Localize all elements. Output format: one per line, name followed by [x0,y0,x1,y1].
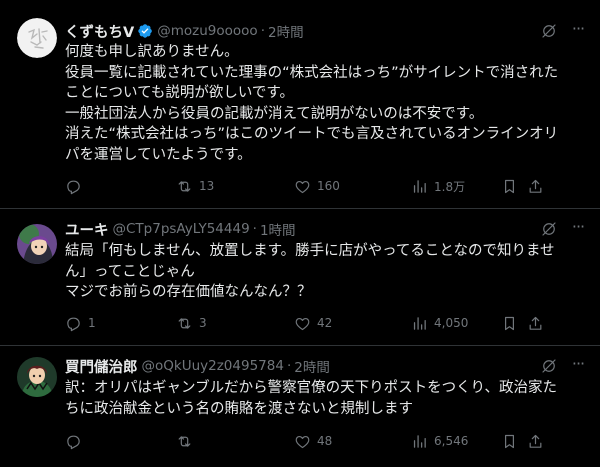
share-button[interactable] [527,431,544,451]
timestamp[interactable]: 2時間 [294,356,330,376]
bookmark-icon [505,434,514,448]
share-icon [529,434,542,448]
share-icon [529,179,542,193]
views-button[interactable]: 4,050 [411,313,468,333]
more-options-icon[interactable]: ··· [568,218,588,236]
retweet-button[interactable]: 3 [176,313,207,333]
retweet-icon [178,435,191,447]
tweet-header: 買門儲治郎 @oQkUuy2z0495784 · 2時間 [65,355,560,377]
views-button[interactable]: 1.8万 [411,176,465,196]
tweet-header: ユーキ @CTp7psAyLY54449 · 1時間 [65,218,560,240]
reply-icon [67,180,80,194]
timestamp[interactable]: 2時間 [268,21,304,41]
tweet-text-line: ことについても説明が欲しいです。 [65,85,294,101]
timestamp[interactable]: 1時間 [260,219,296,239]
tweet-text-line: 何度も申し訳ありません。 [65,44,239,60]
grok-icon[interactable] [540,22,558,40]
user-handle[interactable]: @oQkUuy2z0495784 [142,358,284,374]
tweet-text: 何度も申し訳ありません。 役員一覧に記載されていた理事の“株式会社はっち”がサイ… [65,42,587,165]
retweet-count: 13 [199,179,215,193]
verified-badge-icon [137,23,153,39]
tweet-actions: 13 160 1.8万 [65,176,600,196]
user-handle[interactable]: @mozu9ooooo [157,23,257,39]
separator-dot: · [260,23,265,39]
views-chart-icon [413,434,426,448]
like-count: 48 [317,434,333,448]
tweet-text-line: マジでお前らの存在価値なんなん？？ [65,284,312,300]
tweet-actions: 48 6,546 [65,431,600,451]
tweet-header: くずもちV @mozu9ooooo · 2時間 [65,20,560,42]
display-name[interactable]: ユーキ [65,219,109,240]
view-count: 6,546 [434,434,469,448]
retweet-count: 3 [199,316,207,330]
tweet-text-line: 訳：オリパはギャンブルだから警察官僚の天下りポストをつくり、政治家た [65,380,557,396]
views-chart-icon [413,316,426,330]
doodle-avatar-icon [17,18,57,58]
more-options-icon[interactable]: ··· [568,20,588,38]
reply-button[interactable]: 1 [65,313,96,333]
avatar[interactable] [17,357,57,397]
tweet-text-line: 一般社団法人から役員の記載が消えて説明がないのは不安です。 [65,105,484,122]
tweet-text: 結局「何もしません、放置します。勝手に店がやってることなので知りませ ん」ってこ… [65,241,587,303]
anime-avatar-icon [17,224,57,264]
tweet-text-line: 消えた“株式会社はっち”はこのツイートでも言及されているオンラインオリ [65,126,559,142]
reply-button[interactable] [65,431,88,451]
share-icon [529,316,542,330]
reply-count: 1 [88,316,96,330]
grok-icon[interactable] [540,357,558,375]
tweet-text-line: 結局「何もしません、放置します。勝手に店がやってることなので知りませ [65,243,555,259]
view-count: 4,050 [434,316,469,330]
tweet-actions: 1 3 42 4,050 [65,313,600,333]
heart-icon [295,317,310,330]
separator-dot: · [286,358,292,374]
views-button[interactable]: 6,546 [411,431,468,451]
tweet-text-line: パを運営していたようです。 [65,146,252,163]
separator-dot: · [252,221,257,237]
tweet-text-line: ちに政治献金という名の賄賂を渡さないと規制します [65,400,413,417]
like-button[interactable]: 42 [294,313,332,333]
retweet-button[interactable] [176,431,199,451]
heart-icon [295,180,310,193]
timeline-feed: くずもちV @mozu9ooooo · 2時間 ··· 何度も申し訳ありません。… [0,0,600,467]
share-button[interactable] [527,176,544,196]
view-count: 1.8万 [434,179,466,194]
avatar[interactable] [17,224,57,264]
anime-avatar-icon [17,357,57,397]
tweet[interactable]: くずもちV @mozu9ooooo · 2時間 ··· 何度も申し訳ありません。… [0,0,600,208]
grok-icon[interactable] [540,220,558,238]
retweet-icon [178,317,191,329]
tweet[interactable]: ユーキ @CTp7psAyLY54449 · 1時間 ··· 結局「何もしません… [0,208,600,345]
bookmark-icon [505,316,514,330]
user-handle[interactable]: @CTp7psAyLY54449 [113,221,250,237]
share-button[interactable] [527,313,544,333]
bookmark-button[interactable] [501,313,518,333]
tweet-text: 訳：オリパはギャンブルだから警察官僚の天下りポストをつくり、政治家た ちに政治献… [65,378,587,419]
like-count: 42 [317,316,333,330]
avatar[interactable] [17,18,57,58]
retweet-button[interactable]: 13 [176,176,214,196]
retweet-icon [178,180,191,192]
more-options-icon[interactable]: ··· [568,355,588,373]
tweet-text-line: 役員一覧に記載されていた理事の“株式会社はっち”がサイレントで消された [65,64,559,81]
tweet[interactable]: 買門儲治郎 @oQkUuy2z0495784 · 2時間 ··· 訳：オリパはギ… [0,345,600,467]
views-chart-icon [413,179,426,193]
reply-icon [67,435,80,449]
bookmark-button[interactable] [501,176,518,196]
like-button[interactable]: 48 [294,431,332,451]
bookmark-button[interactable] [501,431,518,451]
bookmark-icon [505,179,514,193]
reply-button[interactable] [65,176,88,196]
like-count: 160 [317,179,340,193]
display-name[interactable]: 買門儲治郎 [65,356,138,377]
heart-icon [295,435,310,448]
like-button[interactable]: 160 [294,176,340,196]
display-name[interactable]: くずもちV [65,21,134,42]
reply-icon [67,317,80,331]
tweet-text-line: ん」ってことじゃん [65,263,195,280]
